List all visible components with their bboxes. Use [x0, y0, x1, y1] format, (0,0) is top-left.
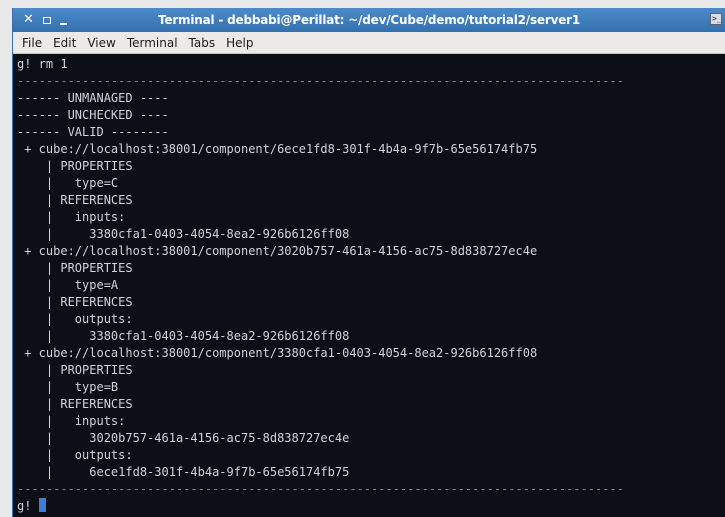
terminal-line: | type=B: [17, 380, 119, 394]
terminal-line: g! rm 1: [17, 57, 68, 71]
terminal-output[interactable]: g! rm 1 ---------------------------------…: [13, 54, 725, 517]
menu-view[interactable]: View: [87, 36, 115, 50]
terminal-line: | REFERENCES: [17, 193, 133, 207]
menu-tabs[interactable]: Tabs: [189, 36, 216, 50]
terminal-line: | PROPERTIES: [17, 261, 133, 275]
minimize-icon[interactable]: [59, 23, 67, 25]
terminal-line: | 3380cfa1-0403-4054-8ea2-926b6126ff08: [17, 329, 350, 343]
terminal-line: + cube://localhost:38001/component/3380c…: [17, 346, 538, 360]
terminal-line: + cube://localhost:38001/component/3020b…: [17, 244, 538, 258]
prompt-text: g!: [17, 499, 39, 513]
terminal-line: | 3020b757-461a-4156-ac75-8d838727ec4e: [17, 431, 350, 445]
terminal-line: | REFERENCES: [17, 295, 133, 309]
terminal-line: ------ VALID --------: [17, 125, 169, 139]
terminal-line: | outputs:: [17, 312, 133, 326]
menu-help[interactable]: Help: [226, 36, 253, 50]
terminal-icon: >_: [710, 13, 722, 25]
terminal-line: | type=C: [17, 176, 119, 190]
terminal-line: | 3380cfa1-0403-4054-8ea2-926b6126ff08: [17, 227, 350, 241]
close-icon[interactable]: ✕: [23, 13, 34, 27]
terminal-line: ------ UNMANAGED ----: [17, 91, 169, 105]
terminal-line: | REFERENCES: [17, 397, 133, 411]
scrollbar[interactable]: [721, 54, 725, 517]
terminal-line: | PROPERTIES: [17, 363, 133, 377]
terminal-line: | PROPERTIES: [17, 159, 133, 173]
terminal-line: | inputs:: [17, 210, 126, 224]
menu-file[interactable]: File: [22, 36, 42, 50]
text-cursor: [38, 498, 46, 512]
terminal-line: | type=A: [17, 278, 119, 292]
terminal-line: ----------------------------------------…: [17, 74, 624, 88]
window-controls: ✕: [13, 13, 173, 27]
terminal-window: ✕ Terminal - debbabi@Perillat: ~/dev/Cub…: [12, 8, 725, 517]
menu-edit[interactable]: Edit: [53, 36, 76, 50]
prompt-line[interactable]: g!: [17, 498, 725, 515]
terminal-line: | 6ece1fd8-301f-4b4a-9f7b-65e56174fb75: [17, 465, 350, 479]
terminal-line: ------ UNCHECKED ----: [17, 108, 169, 122]
maximize-icon[interactable]: [42, 16, 51, 24]
menu-terminal[interactable]: Terminal: [127, 36, 178, 50]
menu-bar: File Edit View Terminal Tabs Help: [13, 32, 725, 54]
terminal-line: ----------------------------------------…: [17, 482, 624, 496]
terminal-line: | inputs:: [17, 414, 126, 428]
terminal-line: + cube://localhost:38001/component/6ece1…: [17, 142, 538, 156]
terminal-line: | outputs:: [17, 448, 133, 462]
title-bar[interactable]: ✕ Terminal - debbabi@Perillat: ~/dev/Cub…: [13, 8, 725, 32]
